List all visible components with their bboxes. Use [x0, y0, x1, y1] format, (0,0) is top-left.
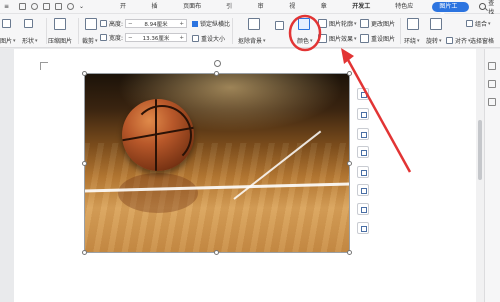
annotation-arrowhead [341, 48, 354, 64]
annotation-circle [288, 14, 322, 52]
annotation-overlay [288, 14, 412, 173]
annotation-arrow-line [345, 57, 412, 173]
